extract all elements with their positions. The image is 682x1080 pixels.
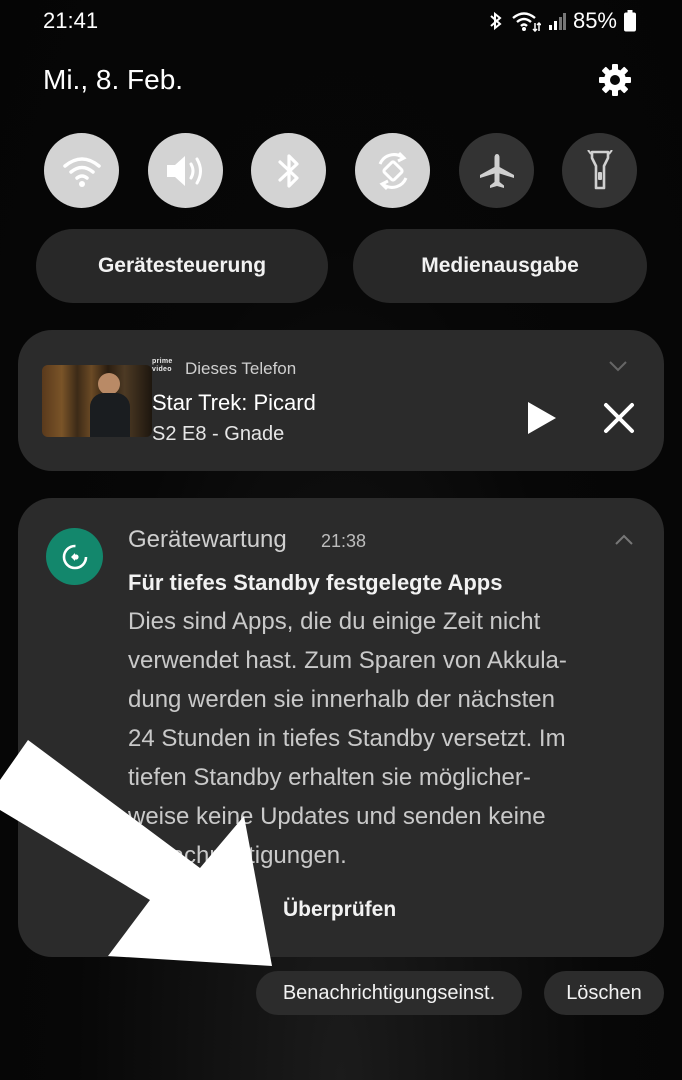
bluetooth-icon — [490, 11, 502, 31]
status-time: 21:41 — [43, 8, 99, 33]
review-button[interactable]: Überprüfen — [283, 898, 396, 922]
notification-title: Für tiefes Standby festgelegte Apps — [128, 570, 503, 595]
bluetooth-toggle[interactable] — [251, 133, 326, 208]
media-title: Star Trek: Picard — [152, 390, 316, 415]
notification-body-line: Dies sind Apps, die du einige Zeit nicht — [128, 608, 541, 635]
gear-icon[interactable] — [598, 63, 632, 97]
media-output-button[interactable]: Medienausgabe — [353, 229, 647, 303]
battery-percent: 85% — [572, 8, 617, 33]
notification-settings-button[interactable]: Benachrichtigungseinst. — [256, 971, 522, 1015]
notification-body: Dies sind Apps, die du einige Zeit nicht… — [128, 602, 638, 875]
wifi-icon — [512, 12, 541, 32]
wifi-toggle[interactable] — [44, 133, 119, 208]
signal-icon — [548, 13, 566, 30]
bluetooth-icon — [277, 153, 299, 188]
rotate-icon — [378, 151, 407, 190]
chevron-down-icon[interactable] — [608, 360, 628, 372]
flashlight-icon — [586, 149, 613, 189]
battery-icon — [624, 10, 636, 32]
notification-app-name: Gerätewartung — [128, 526, 287, 553]
play-icon[interactable] — [524, 400, 558, 436]
chevron-up-icon[interactable] — [614, 534, 634, 546]
status-icons: 85% — [488, 8, 636, 34]
date-label: Mi., 8. Feb. — [43, 64, 184, 95]
auto-rotate-toggle[interactable] — [355, 133, 430, 208]
notification-body-line: tiefen Standby erhalten sie möglicher- — [128, 764, 531, 791]
notification-body-line: Benachrichtigungen. — [128, 842, 347, 869]
device-care-icon — [46, 528, 103, 585]
notification-time: 21:38 — [321, 531, 367, 551]
prime-video-logo: prime video — [152, 358, 173, 373]
notification-body-line: weise keine Updates und senden keine — [128, 803, 546, 830]
speaker-icon — [166, 155, 202, 186]
device-control-button[interactable]: Gerätesteuerung — [36, 229, 328, 303]
airplane-icon — [479, 153, 514, 188]
clear-button[interactable]: Löschen — [544, 971, 664, 1015]
media-source: Dieses Telefon — [185, 359, 297, 378]
close-icon[interactable] — [602, 401, 636, 435]
notification-shade: 21:41 85% Mi., 8. Feb. Gerätesteuerung M… — [0, 0, 682, 1080]
media-player-card[interactable]: prime video Dieses Telefon Star Trek: Pic… — [18, 330, 664, 471]
notification-body-line: dung werden sie innerhalb der nächsten — [128, 686, 555, 713]
flashlight-toggle[interactable] — [562, 133, 637, 208]
notification-body-line: verwendet hast. Zum Sparen von Akkula- — [128, 647, 567, 674]
media-thumbnail — [42, 365, 152, 437]
airplane-toggle[interactable] — [459, 133, 534, 208]
notification-body-line: 24 Stunden in tiefes Standby versetzt. I… — [128, 725, 566, 752]
notification-card[interactable]: Gerätewartung 21:38 Für tiefes Standby f… — [18, 498, 664, 957]
wifi-icon — [62, 156, 101, 187]
sound-toggle[interactable] — [148, 133, 223, 208]
media-subtitle: S2 E8 - Gnade — [152, 423, 285, 445]
